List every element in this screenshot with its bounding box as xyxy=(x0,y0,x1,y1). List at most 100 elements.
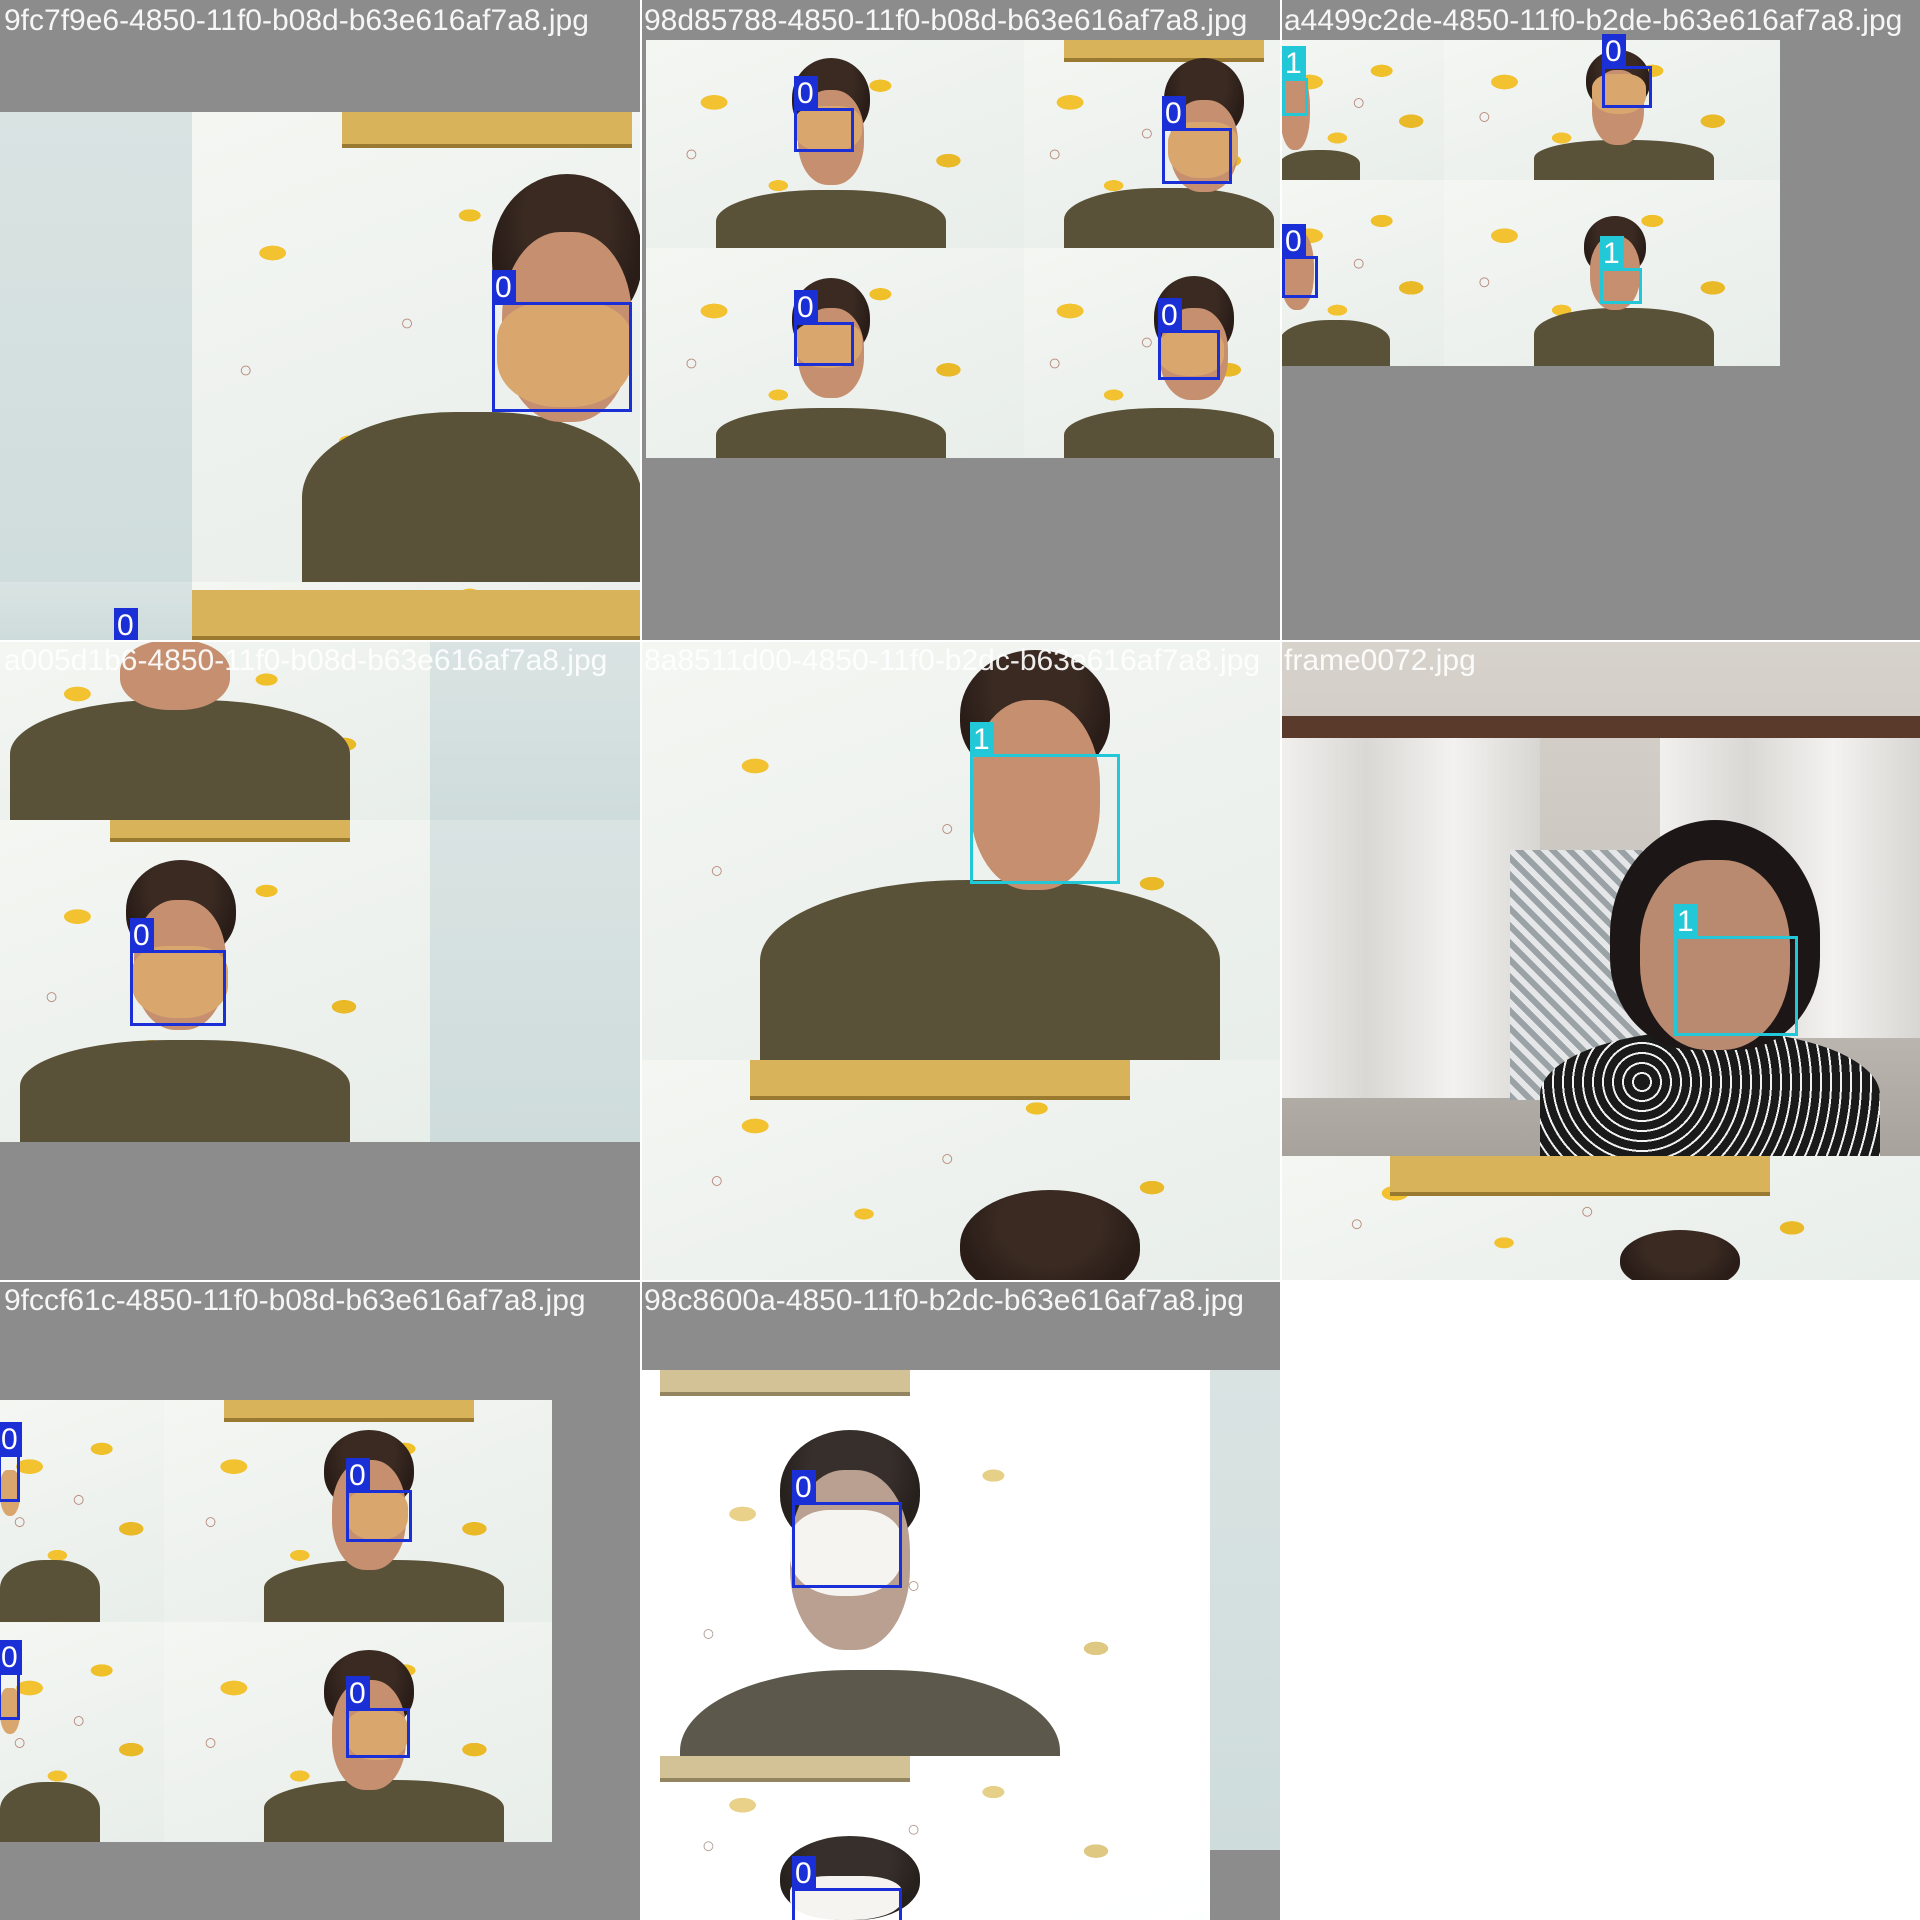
shelf xyxy=(110,820,350,842)
bounding-box: 1 xyxy=(1282,46,1308,116)
shelf xyxy=(750,1060,1130,1100)
tile-photo xyxy=(1024,40,1280,248)
class-label: 1 xyxy=(1282,46,1306,81)
person xyxy=(264,1560,504,1622)
tile-photo xyxy=(1280,640,1920,1156)
class-label: 0 xyxy=(1162,96,1186,131)
image-filename: 98d85788-4850-11f0-b08d-b63e616af7a8.jpg xyxy=(644,4,1248,37)
person xyxy=(1064,408,1274,458)
bounding-box: 0 xyxy=(792,1856,902,1920)
shelf xyxy=(224,1400,474,1422)
person xyxy=(0,1782,100,1842)
mosaic-tile-8: 0 0 98c8600a-4850-11f0-b2dc-b63e616af7a8… xyxy=(640,1280,1280,1920)
person xyxy=(20,1040,350,1142)
class-label: 0 xyxy=(1158,298,1182,333)
mosaic-tile-4: 0 a005d1b6-4850-11f0-b08d-b63e616af7a8.j… xyxy=(0,640,640,1280)
bounding-box: 0 xyxy=(1162,96,1232,184)
grid-divider xyxy=(0,640,1920,642)
bounding-box: 0 xyxy=(1158,298,1220,380)
shelf xyxy=(1064,40,1264,62)
mosaic-tile-1: 0 0 9fc7f9e6-4850-11f0-b08d-b63e616af7a8… xyxy=(0,0,640,640)
person xyxy=(960,1190,1140,1280)
tile-photo xyxy=(0,582,192,640)
class-label: 0 xyxy=(1602,34,1626,69)
tile-photo xyxy=(0,1400,164,1622)
class-label: 0 xyxy=(346,1458,370,1493)
bounding-box: 0 xyxy=(792,1470,902,1588)
bounding-box: 0 xyxy=(0,1422,22,1502)
image-filename: 98c8600a-4850-11f0-b2dc-b63e616af7a8.jpg xyxy=(644,1284,1244,1317)
person xyxy=(1280,320,1390,366)
tile-photo xyxy=(1280,1156,1920,1280)
person xyxy=(264,1780,504,1842)
class-label: 0 xyxy=(130,918,154,953)
class-label: 0 xyxy=(792,1470,816,1505)
grid-divider xyxy=(0,1280,1280,1282)
bounding-box: 0 xyxy=(346,1458,412,1542)
tile-photo xyxy=(1210,1370,1280,1850)
mosaic-tile-6: 1 frame0072.jpg xyxy=(1280,640,1920,1280)
bounding-box: 1 xyxy=(1674,904,1798,1036)
class-label: 0 xyxy=(794,290,818,325)
class-label: 0 xyxy=(114,608,138,640)
person xyxy=(302,412,640,582)
bounding-box: 0 xyxy=(794,76,854,152)
image-filename: 8a8511d00-4850-11f0-b2dc-b63e616af7a8.jp… xyxy=(644,644,1261,677)
shelf xyxy=(660,1756,910,1782)
bed-frame xyxy=(1280,716,1920,738)
class-label: 0 xyxy=(0,1640,22,1675)
class-label: 1 xyxy=(970,722,994,757)
person xyxy=(1280,150,1360,180)
bounding-box: 0 xyxy=(0,1640,22,1720)
tile-photo xyxy=(0,112,192,640)
bounding-box: 0 xyxy=(130,918,226,1026)
tile-photo xyxy=(0,1622,164,1842)
person xyxy=(1534,308,1714,366)
shelf xyxy=(342,112,632,148)
person xyxy=(760,880,1220,1060)
image-filename: a4499c2de-4850-11f0-b2de-b63e616af7a8.jp… xyxy=(1284,4,1903,37)
bounding-box: 0 xyxy=(1282,224,1318,298)
class-label: 0 xyxy=(1282,224,1306,259)
class-label: 0 xyxy=(792,1856,816,1891)
class-label: 1 xyxy=(1600,236,1624,271)
class-label: 0 xyxy=(0,1422,22,1457)
grid-divider xyxy=(640,0,642,1920)
class-label: 0 xyxy=(492,270,516,305)
class-label: 1 xyxy=(1674,904,1698,939)
tile-photo xyxy=(430,820,640,1142)
training-batch-mosaic: 0 0 9fc7f9e6-4850-11f0-b08d-b63e616af7a8… xyxy=(0,0,1920,1920)
shelf xyxy=(1390,1156,1770,1196)
image-filename: 9fc7f9e6-4850-11f0-b08d-b63e616af7a8.jpg xyxy=(4,4,589,37)
bounding-box: 1 xyxy=(1600,236,1642,304)
tile-photo xyxy=(1024,248,1280,458)
shelf xyxy=(660,1370,910,1396)
bounding-box: 0 xyxy=(492,270,632,412)
shelf xyxy=(192,590,640,640)
tile-photo xyxy=(640,640,1280,1060)
curtain xyxy=(1280,738,1540,1098)
person xyxy=(1064,188,1274,248)
person xyxy=(716,408,946,458)
tile-photo xyxy=(640,1060,1280,1280)
tile-photo xyxy=(192,582,640,640)
person xyxy=(10,700,350,820)
mosaic-tile-3: 1 0 0 1 a4499c2de-4850-11f0-b2de-b63e616… xyxy=(1280,0,1920,640)
person xyxy=(1620,1230,1740,1280)
bounding-box: 0 xyxy=(794,290,854,366)
bounding-box: 1 xyxy=(970,722,1120,884)
image-filename: 9fccf61c-4850-11f0-b08d-b63e616af7a8.jpg xyxy=(4,1284,586,1317)
person xyxy=(0,1560,100,1622)
bounding-box: 0 xyxy=(1602,34,1652,108)
mosaic-tile-2: 0 0 0 0 98d85788-4850-11f0-b08d-b63e616a… xyxy=(640,0,1280,640)
image-filename: frame0072.jpg xyxy=(1284,644,1476,677)
mosaic-tile-5: 1 8a8511d00-4850-11f0-b2dc-b63e616af7a8.… xyxy=(640,640,1280,1280)
image-filename: a005d1b6-4850-11f0-b08d-b63e616af7a8.jpg xyxy=(4,644,608,677)
class-label: 0 xyxy=(794,76,818,111)
bounding-box: 0 xyxy=(346,1676,410,1758)
mosaic-tile-7: 0 0 0 0 9fccf61c-4850-11f0-b08d-b63e616a… xyxy=(0,1280,640,1920)
person xyxy=(1534,140,1714,180)
person xyxy=(716,190,946,248)
tile-photo xyxy=(640,1756,1210,1920)
class-label: 0 xyxy=(346,1676,370,1711)
